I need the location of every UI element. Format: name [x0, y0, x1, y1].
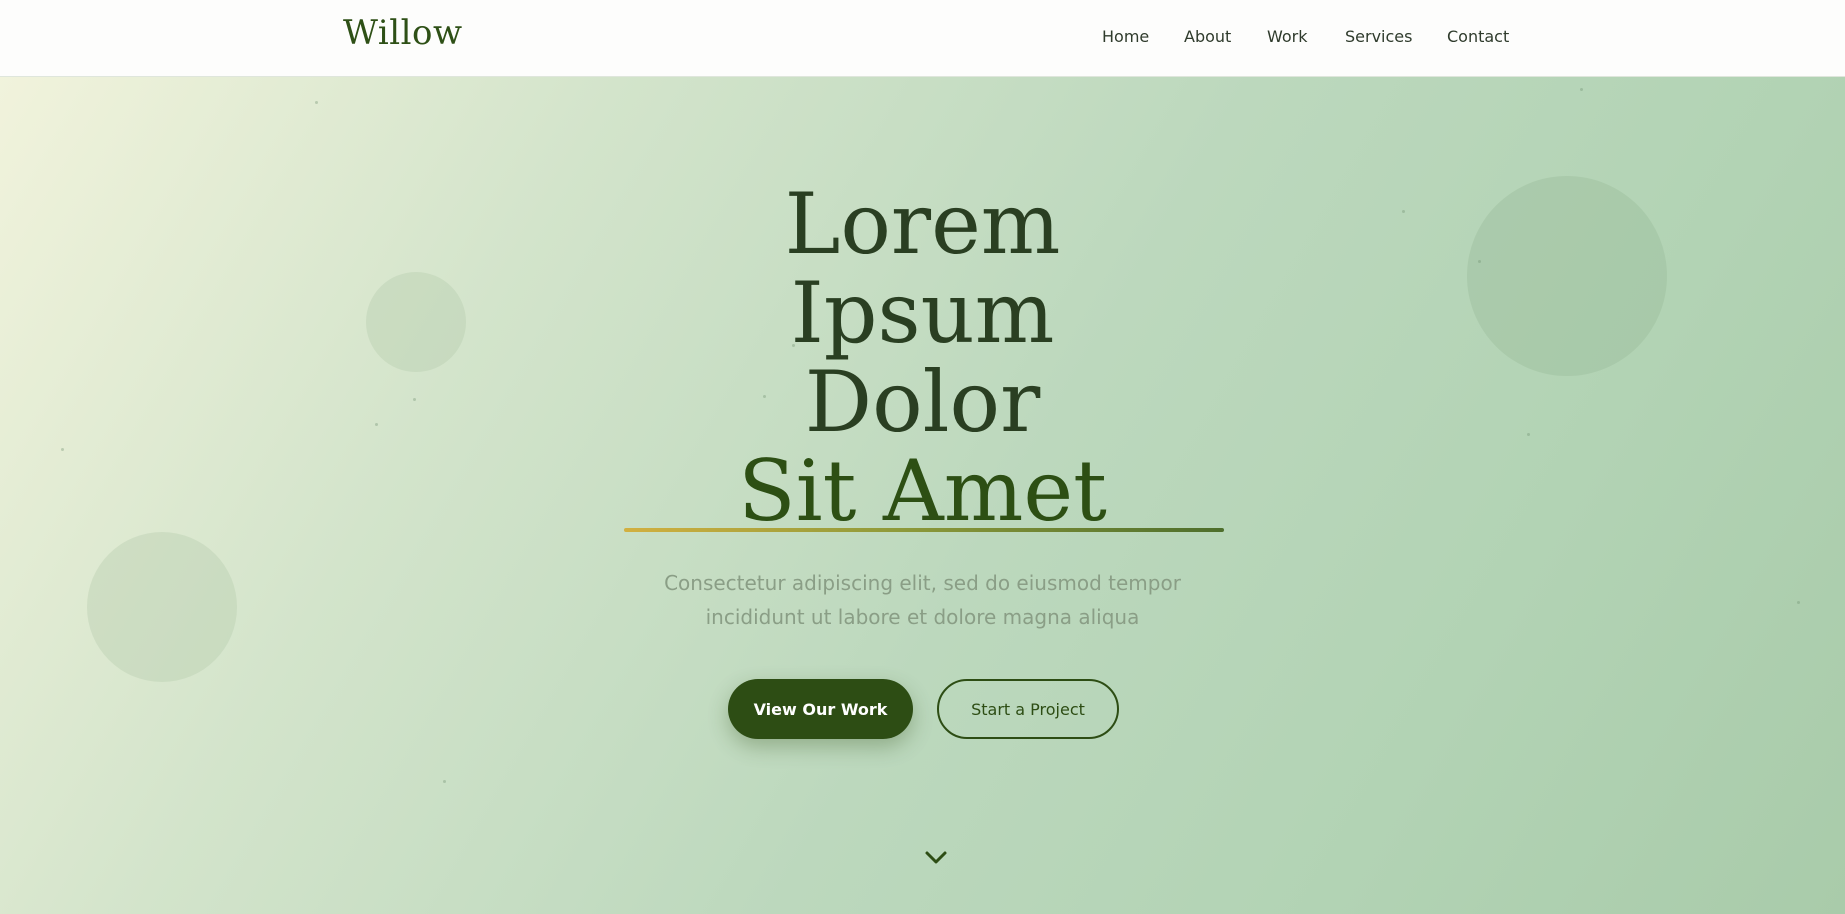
nav-item-home[interactable]: Home — [1102, 27, 1149, 46]
hero-subtitle-line: Consectetur adipiscing elit, sed do eius… — [664, 571, 1181, 595]
hero-title-line: Lorem — [784, 175, 1061, 273]
hero-subtitle: Consectetur adipiscing elit, sed do eius… — [0, 566, 1845, 634]
nav-item-work[interactable]: Work — [1267, 27, 1308, 46]
nav-item-services[interactable]: Services — [1345, 27, 1435, 46]
hero-title-accent: Sit Amet — [738, 442, 1107, 540]
nav-item-about[interactable]: About — [1184, 27, 1231, 46]
title-underline — [624, 528, 1224, 532]
logo[interactable]: Willow — [343, 13, 463, 53]
decorative-dot — [315, 101, 318, 104]
decorative-dot — [443, 780, 446, 783]
hero-subtitle-line: incididunt ut labore et dolore magna ali… — [705, 605, 1140, 629]
hero-title-line: Ipsum — [790, 264, 1055, 362]
hero-title-line: Dolor — [804, 353, 1041, 451]
decorative-dot — [1580, 88, 1583, 91]
chevron-down-icon[interactable] — [924, 846, 948, 870]
start-a-project-button[interactable]: Start a Project — [937, 679, 1119, 739]
nav-item-contact[interactable]: Contact — [1447, 27, 1527, 46]
view-our-work-button[interactable]: View Our Work — [728, 679, 913, 739]
site-header: Willow Home About Work Services Contact — [0, 0, 1845, 77]
hero-title: Lorem Ipsum Dolor Sit Amet — [0, 180, 1845, 536]
